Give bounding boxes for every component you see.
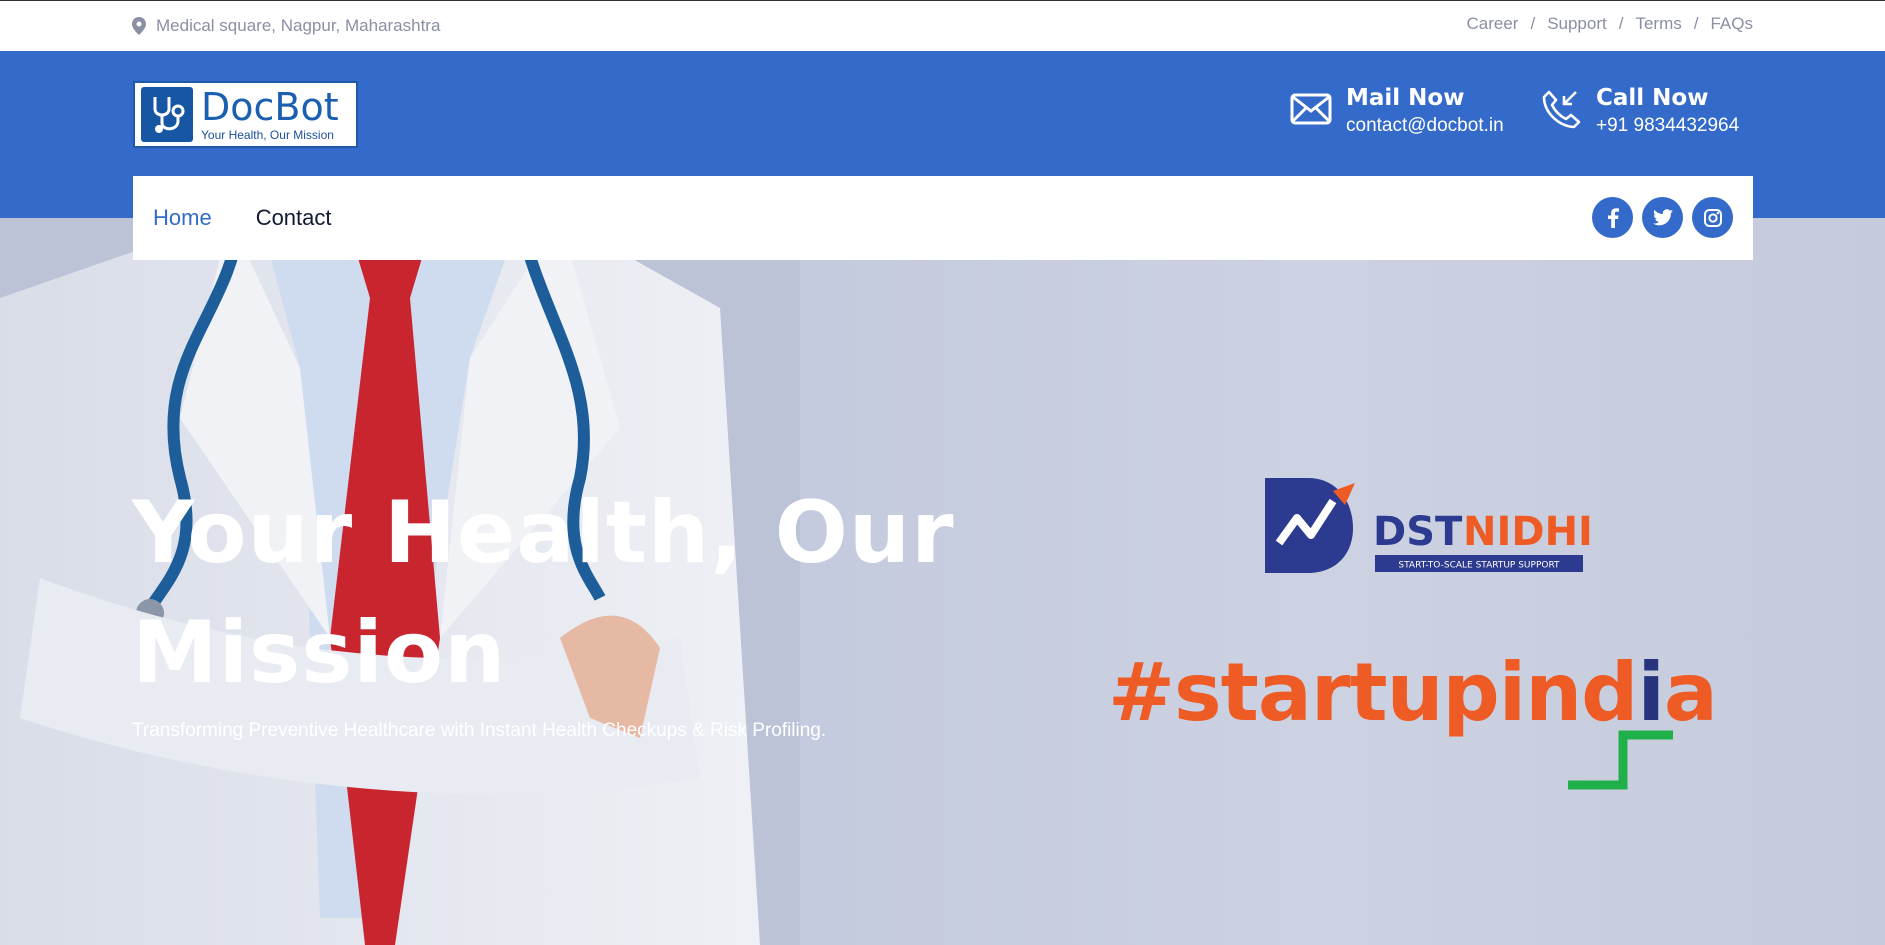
startupindia-i: i [1637,646,1664,739]
twitter-icon[interactable] [1642,197,1683,238]
nav-contact[interactable]: Contact [256,205,332,231]
faqs-link[interactable]: FAQs [1710,14,1753,34]
nidhi-text: NIDHI [1463,509,1593,555]
stethoscope-icon [141,87,193,142]
call-number[interactable]: +91 9834432964 [1596,113,1739,139]
top-bar: Medical square, Nagpur, Maharashtra Care… [0,0,1885,51]
main-nav: Home Contact [133,176,1753,260]
top-links: Career / Support / Terms / FAQs [1466,14,1753,34]
docbot-logo[interactable]: DocBot Your Health, Our Mission [133,81,358,148]
terms-link[interactable]: Terms [1635,14,1681,34]
phone-incoming-icon [1540,88,1582,135]
mail-address[interactable]: contact@docbot.in [1346,113,1504,139]
facebook-icon[interactable] [1592,197,1633,238]
call-now[interactable]: Call Now +91 9834432964 [1540,83,1739,139]
social-links [1583,197,1733,238]
logo-brand: DocBot [201,84,339,129]
location-text: Medical square, Nagpur, Maharashtra [156,16,441,35]
startupindia-a: a [1663,646,1718,739]
link-separator: / [1693,14,1699,33]
mail-now[interactable]: Mail Now contact@docbot.in [1290,83,1504,139]
call-title: Call Now [1596,85,1709,111]
dst-text: DST [1373,509,1463,555]
dst-nidhi-logo: DST NIDHI START-TO-SCALE STARTUP SUPPORT [1265,478,1593,573]
envelope-icon [1290,93,1332,130]
startupindia-logo: #startupindia [1108,646,1718,790]
hero-section: Your Health, Our Mission Transforming Pr… [0,218,1885,945]
startupindia-text: #startupind [1108,646,1638,739]
logo-tagline: Your Health, Our Mission [201,127,334,142]
link-separator: / [1618,14,1624,33]
support-link[interactable]: Support [1547,14,1607,34]
map-pin-icon [132,17,146,35]
mail-title: Mail Now [1346,85,1465,111]
career-link[interactable]: Career [1466,14,1518,34]
hero-title: Your Health, Our Mission [132,483,955,703]
location: Medical square, Nagpur, Maharashtra [132,16,440,36]
instagram-icon[interactable] [1692,197,1733,238]
hero-subtitle: Transforming Preventive Healthcare with … [132,720,827,741]
green-step-mark [1568,730,1673,790]
nav-home[interactable]: Home [153,205,212,231]
link-separator: / [1530,14,1536,33]
dst-tagline: START-TO-SCALE STARTUP SUPPORT [1398,561,1560,571]
